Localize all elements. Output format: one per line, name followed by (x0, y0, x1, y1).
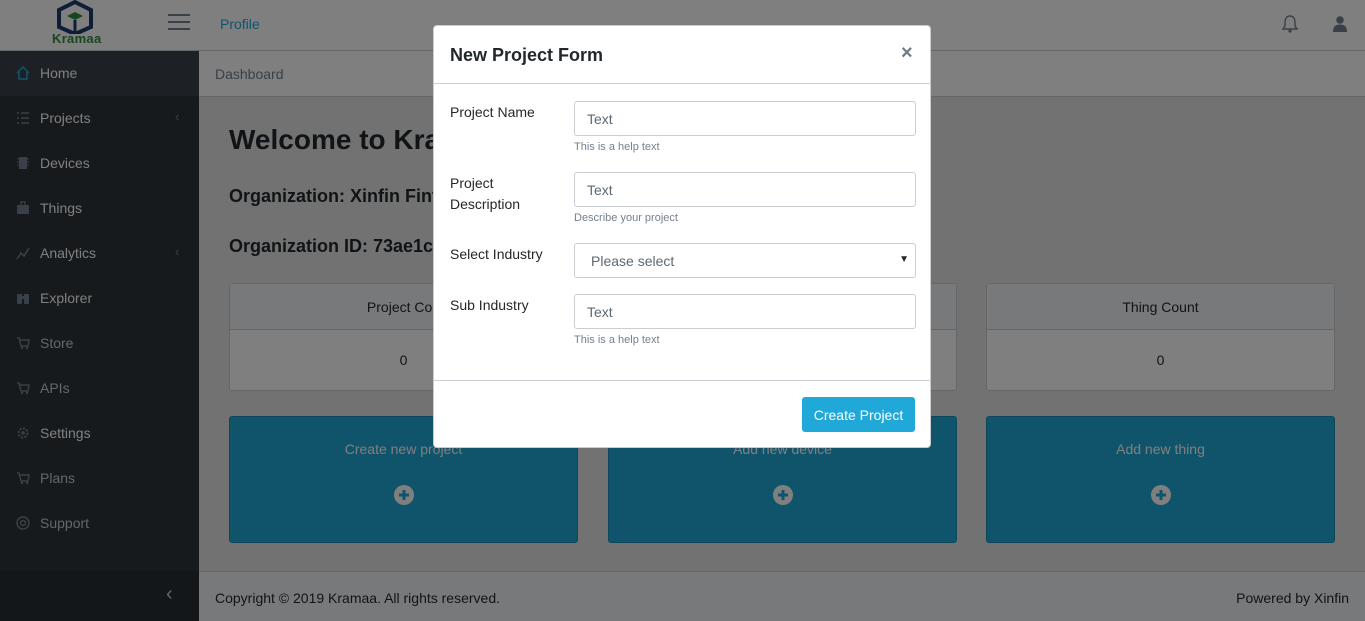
sub-industry-input[interactable] (574, 294, 916, 329)
modal-header: New Project Form × (434, 26, 930, 84)
create-project-button[interactable]: Create Project (802, 397, 915, 432)
modal-title: New Project Form (450, 45, 604, 65)
project-description-input[interactable] (574, 172, 916, 207)
industry-select[interactable]: Please select ▼ (574, 243, 916, 278)
project-description-help: Describe your project (574, 212, 678, 224)
sub-industry-label: Sub Industry (450, 297, 529, 313)
project-name-help: This is a help text (574, 141, 660, 153)
project-description-label: Project Description (450, 175, 521, 212)
industry-label: Select Industry (450, 246, 543, 262)
sub-industry-help: This is a help text (574, 334, 660, 346)
caret-down-icon: ▼ (899, 254, 909, 265)
new-project-modal: New Project Form × Project Name This is … (433, 25, 931, 448)
project-name-input[interactable] (574, 101, 916, 136)
project-name-label: Project Name (450, 104, 535, 120)
select-value: Please select (591, 253, 675, 269)
modal-footer: Create Project (434, 380, 930, 448)
close-icon[interactable]: × (901, 42, 913, 65)
